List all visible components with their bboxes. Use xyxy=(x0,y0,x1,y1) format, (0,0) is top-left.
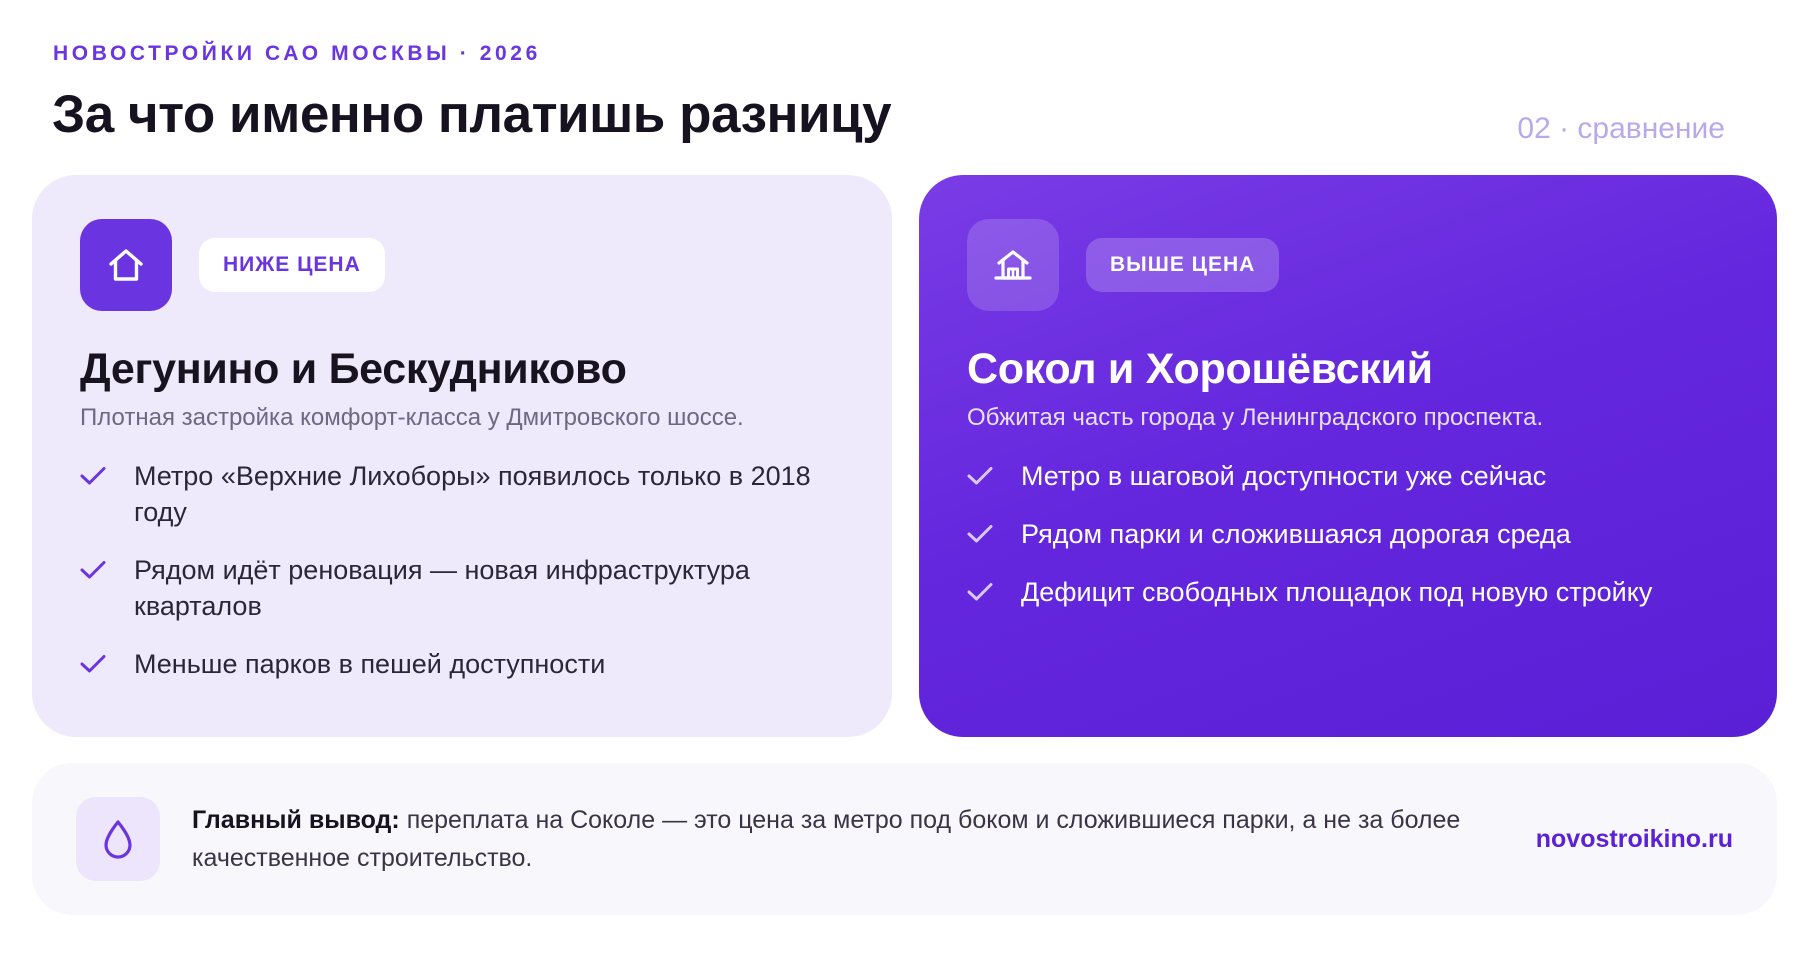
list-item-text: Дефицит свободных площадок под новую стр… xyxy=(1021,577,1653,607)
page-title: За что именно платишь разницу xyxy=(52,85,892,144)
card-subtitle: Плотная застройка комфорт-класса у Дмитр… xyxy=(80,404,744,431)
list-item-text: Рядом парки и сложившаяся дорогая среда xyxy=(1021,519,1571,549)
check-icon xyxy=(80,552,110,588)
list-item: Меньше парков в пешей доступности xyxy=(80,646,844,682)
check-icon xyxy=(967,458,997,494)
list-item-text: Меньше парков в пешей доступности xyxy=(134,649,606,679)
list-item: Рядом идёт реновация — новая инфраструкт… xyxy=(80,552,844,624)
list-item-text: Рядом идёт реновация — новая инфраструкт… xyxy=(134,555,750,621)
conclusion-label: Главный вывод: xyxy=(192,806,400,834)
slide: НОВОСТРОЙКИ САО МОСКВЫ · 2026 За что име… xyxy=(0,0,1800,976)
card-lower-price: НИЖЕ ЦЕНА Дегунино и Бескудниково Плотна… xyxy=(32,175,892,737)
building-icon xyxy=(967,219,1059,311)
drop-icon xyxy=(76,797,160,881)
list-item-text: Метро в шаговой доступности уже сейчас xyxy=(1021,461,1547,491)
check-icon xyxy=(967,516,997,552)
feature-list: Метро «Верхние Лихоборы» появилось тольк… xyxy=(80,458,844,682)
feature-list: Метро в шаговой доступности уже сейчас Р… xyxy=(967,458,1729,610)
conclusion-text: Главный вывод: переплата на Соколе — это… xyxy=(192,801,1502,877)
price-badge: ВЫШЕ ЦЕНА xyxy=(1086,238,1280,292)
card-title: Сокол и Хорошёвский xyxy=(967,345,1433,393)
kicker: НОВОСТРОЙКИ САО МОСКВЫ · 2026 xyxy=(53,42,541,65)
list-item: Метро в шаговой доступности уже сейчас xyxy=(967,458,1729,494)
check-icon xyxy=(80,458,110,494)
card-subtitle: Обжитая часть города у Ленинградского пр… xyxy=(967,404,1544,431)
site-link[interactable]: novostroikino.ru xyxy=(1536,825,1733,854)
list-item: Дефицит свободных площадок под новую стр… xyxy=(967,574,1729,610)
card-header: ВЫШЕ ЦЕНА xyxy=(967,219,1729,311)
card-higher-price: ВЫШЕ ЦЕНА Сокол и Хорошёвский Обжитая ча… xyxy=(919,175,1777,737)
check-icon xyxy=(967,574,997,610)
house-icon xyxy=(80,219,172,311)
list-item: Метро «Верхние Лихоборы» появилось тольк… xyxy=(80,458,844,530)
card-title: Дегунино и Бескудниково xyxy=(80,345,627,393)
conclusion-panel: Главный вывод: переплата на Соколе — это… xyxy=(32,763,1777,915)
list-item: Рядом парки и сложившаяся дорогая среда xyxy=(967,516,1729,552)
card-header: НИЖЕ ЦЕНА xyxy=(80,219,844,311)
list-item-text: Метро «Верхние Лихоборы» появилось тольк… xyxy=(134,461,811,527)
price-badge: НИЖЕ ЦЕНА xyxy=(199,238,385,292)
check-icon xyxy=(80,646,110,682)
slide-number: 02 · сравнение xyxy=(1517,112,1725,145)
